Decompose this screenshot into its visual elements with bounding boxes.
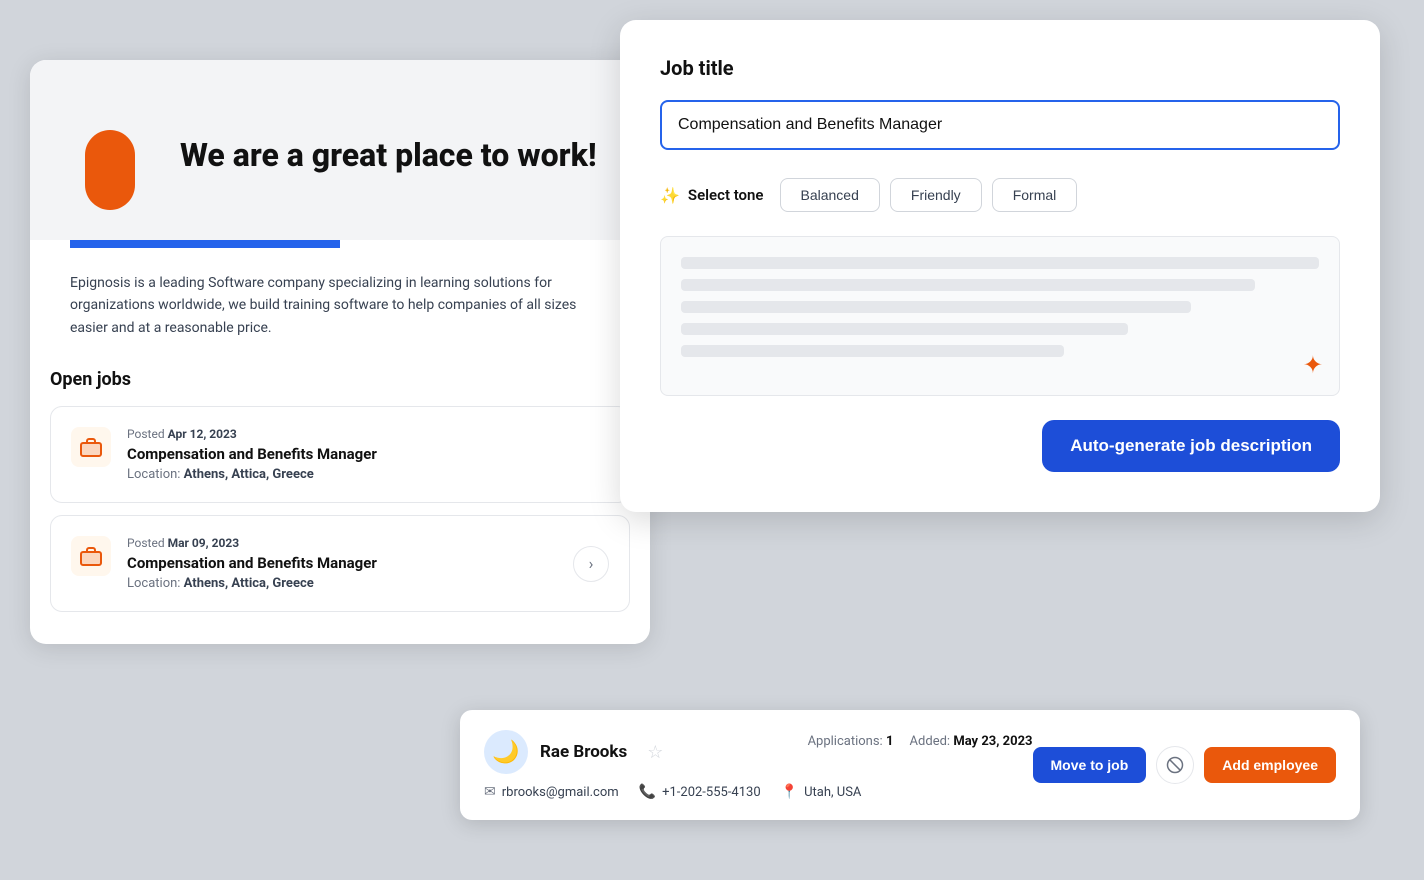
description-preview: ✦ xyxy=(660,236,1340,396)
candidate-contact: ✉ rbrooks@gmail.com 📞 +1-202-555-4130 📍 … xyxy=(484,784,1033,800)
job-icon-1 xyxy=(71,427,111,467)
star-icon[interactable]: ☆ xyxy=(647,742,663,763)
panel-section-title: Job title xyxy=(660,56,1340,80)
skeleton-line-5 xyxy=(681,345,1064,357)
job-title-input[interactable] xyxy=(660,100,1340,150)
job-icon-2 xyxy=(71,536,111,576)
skeleton-line-1 xyxy=(681,257,1319,269)
candidate-email: ✉ rbrooks@gmail.com xyxy=(484,784,619,800)
skeleton-line-3 xyxy=(681,301,1191,313)
company-logo xyxy=(70,100,150,210)
job-location-1: Location: Athens, Attica, Greece xyxy=(127,467,609,482)
candidate-location: 📍 Utah, USA xyxy=(781,784,862,800)
location-icon: 📍 xyxy=(781,784,798,800)
move-to-job-button[interactable]: Move to job xyxy=(1033,747,1147,783)
open-jobs-title: Open jobs xyxy=(30,369,650,390)
skeleton-line-2 xyxy=(681,279,1255,291)
company-card: We are a great place to work! Epignosis … xyxy=(30,60,650,644)
apps-added: Applications: 1 Added: May 23, 2023 xyxy=(808,730,1033,749)
candidate-actions: Move to job Add employee xyxy=(1033,746,1336,784)
open-jobs-section: Posted Apr 12, 2023 Compensation and Ben… xyxy=(30,406,650,644)
job-title-2: Compensation and Benefits Manager xyxy=(127,554,557,572)
candidate-left: 🌙 Rae Brooks ☆ xyxy=(484,730,663,774)
email-icon: ✉ xyxy=(484,784,496,800)
briefcase-icon xyxy=(79,435,103,459)
job-posted-2: Posted Mar 09, 2023 xyxy=(127,536,557,550)
ban-icon xyxy=(1166,756,1184,774)
job-arrow-2[interactable]: › xyxy=(573,546,609,582)
company-tagline: We are a great place to work! xyxy=(180,136,597,174)
job-details-2: Posted Mar 09, 2023 Compensation and Ben… xyxy=(127,536,557,591)
candidate-avatar: 🌙 xyxy=(484,730,528,774)
job-location-2: Location: Athens, Attica, Greece xyxy=(127,576,557,591)
tone-label: ✨ Select tone xyxy=(660,186,764,205)
job-details-1: Posted Apr 12, 2023 Compensation and Ben… xyxy=(127,427,609,482)
candidate-name: Rae Brooks xyxy=(540,742,627,762)
sparkle-icon: ✦ xyxy=(1303,351,1323,379)
phone-icon: 📞 xyxy=(639,784,656,800)
tone-formal-button[interactable]: Formal xyxy=(992,178,1078,212)
candidate-top-row: 🌙 Rae Brooks ☆ Applications: 1 Added: Ma… xyxy=(484,730,1033,774)
candidate-phone: 📞 +1-202-555-4130 xyxy=(639,784,761,800)
company-hero: We are a great place to work! xyxy=(30,60,650,240)
briefcase-icon-2 xyxy=(79,544,103,568)
job-desc-panel: Job title ✨ Select tone Balanced Friendl… xyxy=(620,20,1380,512)
company-blue-bar xyxy=(70,240,340,248)
company-description: Epignosis is a leading Software company … xyxy=(30,272,650,369)
job-posted-1: Posted Apr 12, 2023 xyxy=(127,427,609,441)
job-title-1: Compensation and Benefits Manager xyxy=(127,445,609,463)
job-card-2[interactable]: Posted Mar 09, 2023 Compensation and Ben… xyxy=(50,515,630,612)
add-employee-button[interactable]: Add employee xyxy=(1204,747,1336,783)
tone-friendly-button[interactable]: Friendly xyxy=(890,178,982,212)
job-card-1[interactable]: Posted Apr 12, 2023 Compensation and Ben… xyxy=(50,406,630,503)
disqualify-button[interactable] xyxy=(1156,746,1194,784)
auto-generate-button[interactable]: Auto-generate job description xyxy=(1042,420,1340,472)
candidate-info-block: 🌙 Rae Brooks ☆ Applications: 1 Added: Ma… xyxy=(484,730,1033,800)
candidate-card: 🌙 Rae Brooks ☆ Applications: 1 Added: Ma… xyxy=(460,710,1360,820)
skeleton-line-4 xyxy=(681,323,1128,335)
wand-icon: ✨ xyxy=(660,186,680,205)
tone-buttons: Balanced Friendly Formal xyxy=(780,178,1078,212)
tone-balanced-button[interactable]: Balanced xyxy=(780,178,880,212)
tone-row: ✨ Select tone Balanced Friendly Formal xyxy=(660,178,1340,212)
